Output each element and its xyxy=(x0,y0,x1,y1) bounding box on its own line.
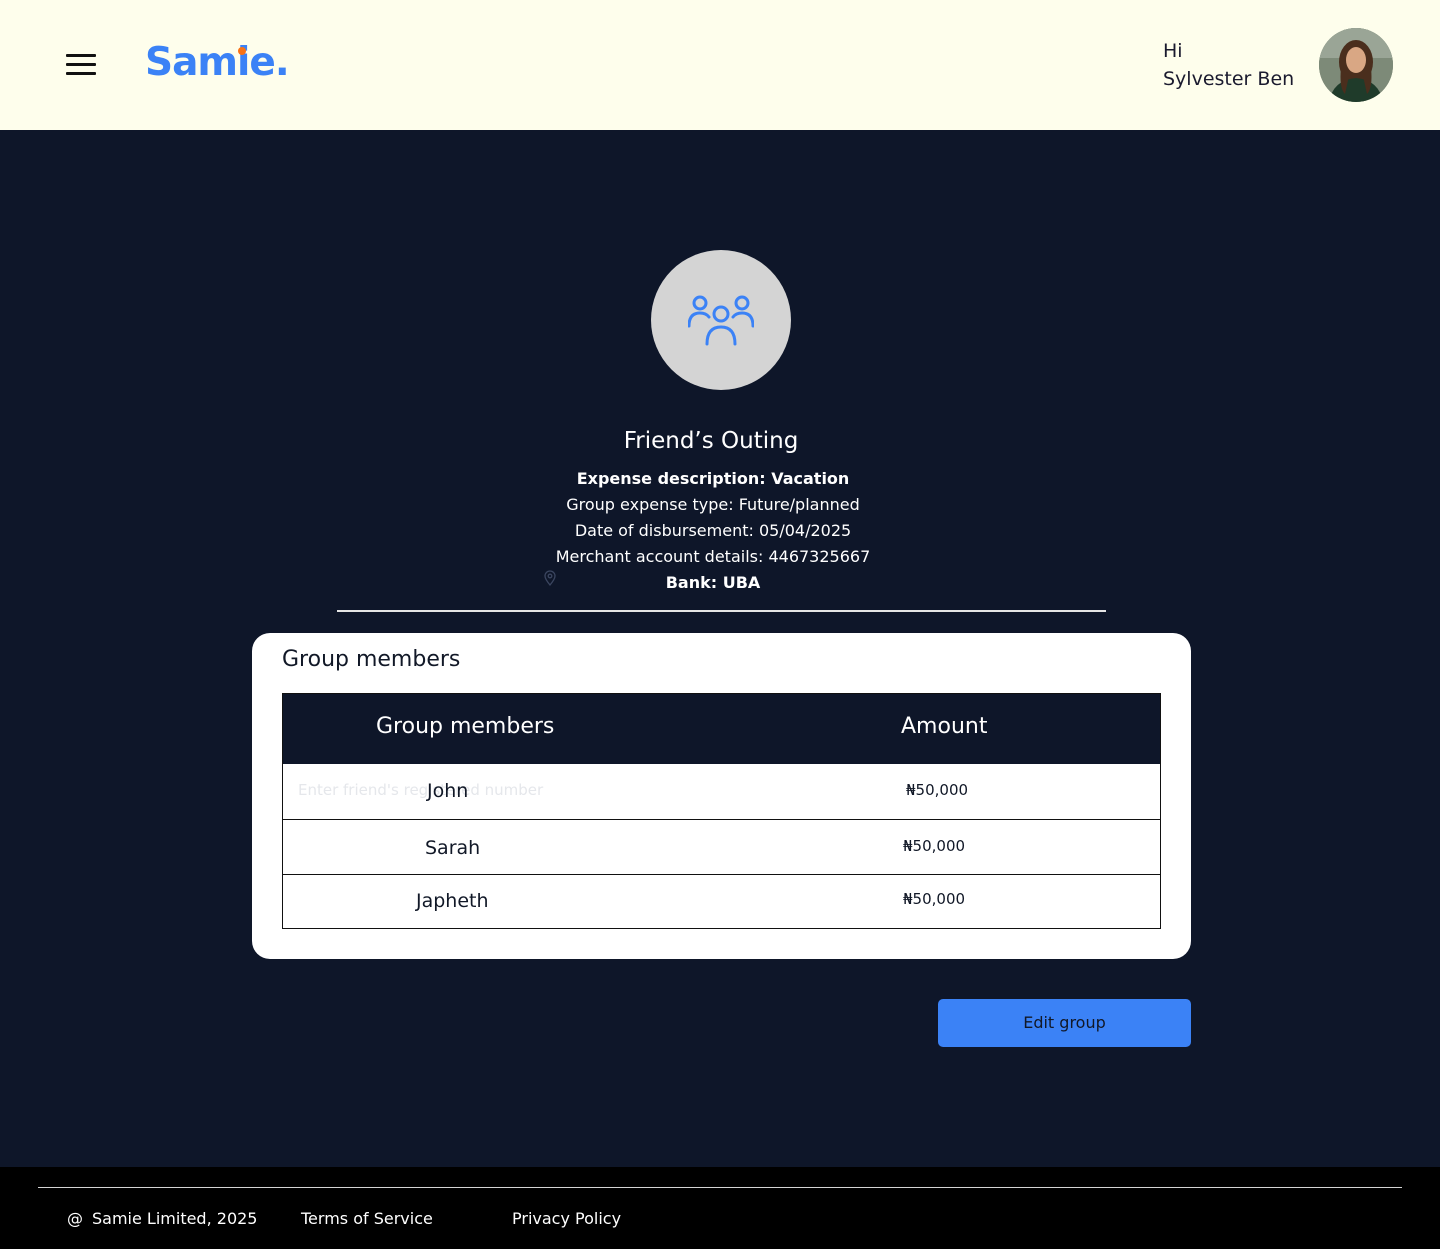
friend-number-placeholder: Enter friend's registered number xyxy=(298,781,544,799)
edit-group-button[interactable]: Edit group xyxy=(938,999,1191,1047)
column-header-amount: Amount xyxy=(901,714,988,739)
member-name: Sarah xyxy=(425,837,481,859)
member-name: Japheth xyxy=(416,890,489,912)
top-header: Samie. Hi Sylvester Ben xyxy=(0,0,1440,130)
user-greeting: Hi Sylvester Ben xyxy=(1163,37,1294,93)
expense-description: Expense description: Vacation xyxy=(576,469,850,488)
table-row[interactable]: Japheth ₦50,000 xyxy=(283,874,1160,928)
members-table: Group members Amount Enter friend's regi… xyxy=(282,693,1161,929)
group-title: Friend’s Outing xyxy=(623,428,799,454)
greeting-username: Sylvester Ben xyxy=(1163,68,1295,90)
member-amount: ₦50,000 xyxy=(903,837,966,855)
footer: @ Samie Limited, 2025 Terms of Service P… xyxy=(0,1167,1440,1249)
table-row[interactable]: Enter friend's registered number John ₦5… xyxy=(283,764,1160,819)
footer-divider xyxy=(38,1187,1402,1188)
column-header-members: Group members xyxy=(376,714,555,739)
disbursement-date: Date of disbursement: 05/04/2025 xyxy=(574,521,852,540)
table-row[interactable]: Sarah ₦50,000 xyxy=(283,819,1160,874)
privacy-link[interactable]: Privacy Policy xyxy=(512,1209,621,1228)
card-title: Group members xyxy=(282,647,461,672)
users-group-icon xyxy=(688,295,754,346)
group-avatar xyxy=(651,250,791,390)
terms-link[interactable]: Terms of Service xyxy=(301,1209,433,1228)
copyright-text: Samie Limited, 2025 xyxy=(92,1209,258,1228)
user-avatar[interactable] xyxy=(1319,28,1393,102)
group-members-card: Group members Group members Amount Enter… xyxy=(252,633,1191,959)
member-amount: ₦50,000 xyxy=(903,890,966,908)
logo-accent-dot xyxy=(238,47,246,55)
section-divider xyxy=(337,610,1106,612)
member-amount: ₦50,000 xyxy=(906,781,969,799)
brand-logo[interactable]: Samie. xyxy=(145,40,290,85)
bank-name: Bank: UBA xyxy=(665,573,761,592)
expense-type: Group expense type: Future/planned xyxy=(566,495,860,514)
member-name: John xyxy=(427,780,469,802)
copyright-icon: @ xyxy=(67,1209,83,1228)
hamburger-menu-icon[interactable] xyxy=(66,54,96,76)
greeting-hi: Hi xyxy=(1163,40,1183,62)
merchant-account: Merchant account details: 4467325667 xyxy=(555,547,871,566)
table-header: Group members Amount xyxy=(283,694,1160,764)
